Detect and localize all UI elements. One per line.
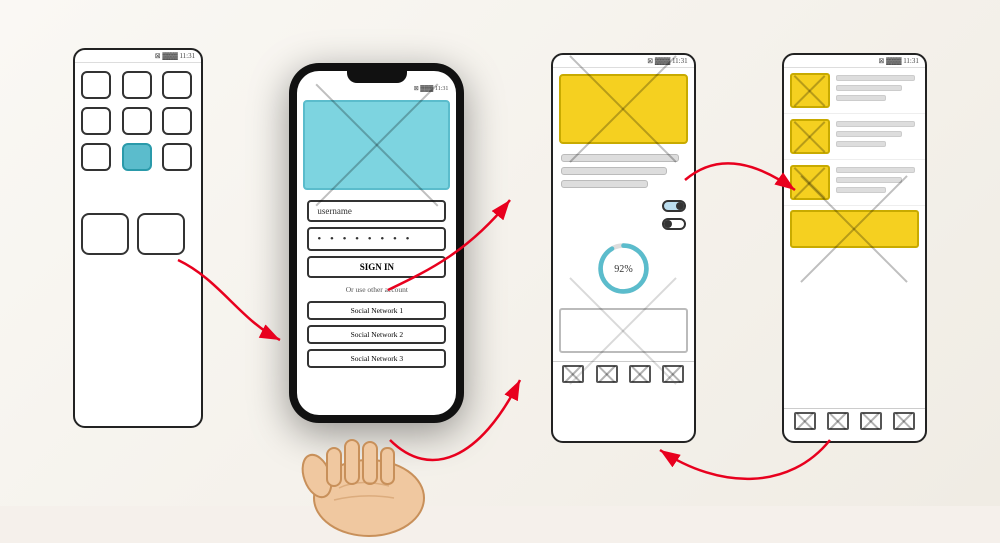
card-item-3 [784, 160, 925, 206]
progress-area: 92% [553, 233, 694, 304]
app-icon-3[interactable] [162, 71, 192, 99]
app-grid [75, 63, 201, 179]
toggle-dot-2 [664, 220, 672, 228]
content-line-3 [561, 180, 649, 188]
screen4-wireframe: ⊠ ▓▓▓ 11:31 [782, 53, 927, 443]
app-icon-2[interactable] [122, 71, 152, 99]
content-line-1 [561, 154, 680, 162]
card-line-3c [836, 187, 886, 193]
social-btn-2[interactable]: Social Network 2 [307, 325, 446, 344]
signin-button[interactable]: SIGN IN [307, 256, 446, 278]
app-icon-7[interactable] [81, 143, 111, 171]
screen4-nav-3[interactable] [860, 412, 882, 430]
password-input[interactable]: • • • • • • • • [307, 227, 446, 251]
screen3-x-mark [561, 76, 686, 142]
app-icon-1[interactable] [81, 71, 111, 99]
toggle-2[interactable] [662, 218, 686, 230]
progress-circle-svg: 92% [596, 241, 651, 296]
app-icon-8-highlighted[interactable] [122, 143, 152, 171]
progress-text: 92% [614, 264, 633, 275]
arrow-screen3-to-screen4 [685, 163, 795, 190]
nav-icon-4[interactable] [662, 365, 684, 383]
phone-hero-image [303, 100, 450, 190]
toggle-dot-1 [676, 202, 684, 210]
app-icon-bottom-right[interactable] [137, 213, 185, 255]
toggle-row-2 [553, 215, 694, 233]
card-line-3b [836, 177, 902, 183]
scene: ⊠ ▓▓▓ 11:31 ⊠ ▓▓▓ 11:31 [0, 0, 1000, 506]
screen3-wireframe: ⊠ ▓▓▓ 11:31 92% [551, 53, 696, 443]
phone-notch [347, 71, 407, 83]
card-line-2c [836, 141, 886, 147]
screen4-status: ⊠ ▓▓▓ 11:31 [784, 55, 925, 68]
screen4-nav-4[interactable] [893, 412, 915, 430]
nav-icon-3[interactable] [629, 365, 651, 383]
placeholder-x-1 [561, 310, 686, 351]
screen4-bottom-nav [784, 408, 925, 433]
app-icon-4[interactable] [81, 107, 111, 135]
app-icon-bottom-left[interactable] [81, 213, 129, 255]
app-icon-9[interactable] [162, 143, 192, 171]
toggle-row-1 [553, 197, 694, 215]
screen3-placeholder-1 [559, 308, 688, 353]
card-line-2a [836, 121, 915, 127]
phone-screen: ⊠ ▓▓▓ 11:31 username • • • • • • • • SIG… [297, 71, 456, 415]
card-line-2b [836, 131, 902, 137]
social-btn-3[interactable]: Social Network 3 [307, 349, 446, 368]
screen4-nav-2[interactable] [827, 412, 849, 430]
card-thumb-2 [790, 119, 830, 154]
screen1-status: ⊠ ▓▓▓ 11:31 [75, 50, 201, 63]
screen4-placeholder [790, 210, 919, 248]
content-line-2 [561, 167, 667, 175]
hero-x-mark [305, 102, 448, 188]
card-item-2 [784, 114, 925, 160]
toggle-1[interactable] [662, 200, 686, 212]
username-input[interactable]: username [307, 200, 446, 222]
card-line-3a [836, 167, 915, 173]
screen1-wireframe: ⊠ ▓▓▓ 11:31 [73, 48, 203, 428]
nav-icon-2[interactable] [596, 365, 618, 383]
card-line-1b [836, 85, 902, 91]
nav-icon-1[interactable] [562, 365, 584, 383]
card-line-1a [836, 75, 915, 81]
app-icon-5[interactable] [122, 107, 152, 135]
social-btn-1[interactable]: Social Network 1 [307, 301, 446, 320]
card-item-1 [784, 68, 925, 114]
phone-container: ⊠ ▓▓▓ 11:31 username • • • • • • • • SIG… [289, 63, 464, 423]
or-text: Or use other account [307, 285, 446, 294]
app-icon-6[interactable] [162, 107, 192, 135]
card-thumb-1 [790, 73, 830, 108]
screen3-bottom-nav [553, 361, 694, 386]
screen4-nav-1[interactable] [794, 412, 816, 430]
phone-login-form: username • • • • • • • • SIGN IN Or use … [297, 196, 456, 372]
arrow-screen4-back-to-screen3 [660, 440, 830, 479]
screen3-hero [559, 74, 688, 144]
card-placeholder-wide [790, 210, 919, 248]
phone-frame: ⊠ ▓▓▓ 11:31 username • • • • • • • • SIG… [289, 63, 464, 423]
card-line-1c [836, 95, 886, 101]
